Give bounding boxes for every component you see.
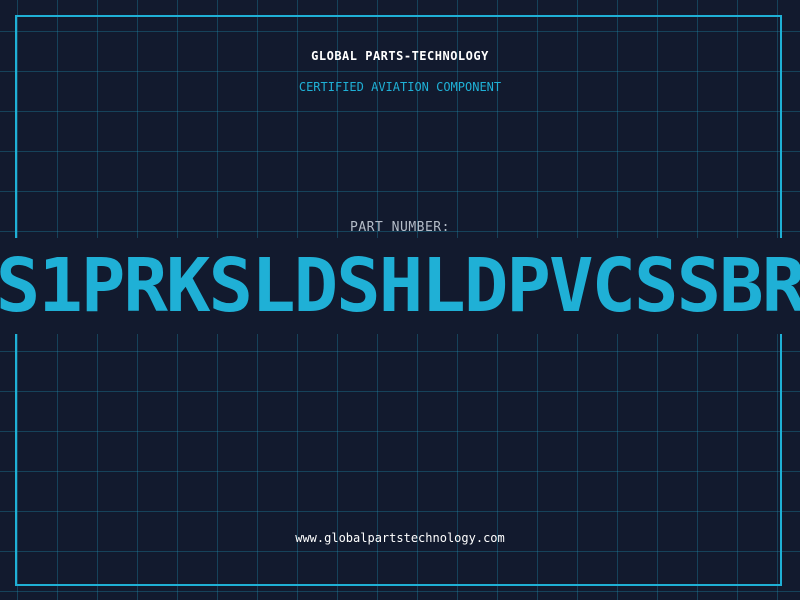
brand-subtitle: CERTIFIED AVIATION COMPONENT bbox=[298, 80, 502, 94]
part-number-band: S1PRKSLDSHLDPVCSSBR bbox=[0, 238, 800, 334]
brand-title: GLOBAL PARTS-TECHNOLOGY bbox=[311, 49, 489, 63]
part-number-value: S1PRKSLDSHLDPVCSSBR bbox=[0, 243, 800, 329]
label-canvas: GLOBAL PARTS-TECHNOLOGY CERTIFIED AVIATI… bbox=[0, 0, 800, 600]
website-url: www.globalpartstechnology.com bbox=[295, 531, 505, 545]
part-number-label: PART NUMBER: bbox=[350, 220, 450, 235]
